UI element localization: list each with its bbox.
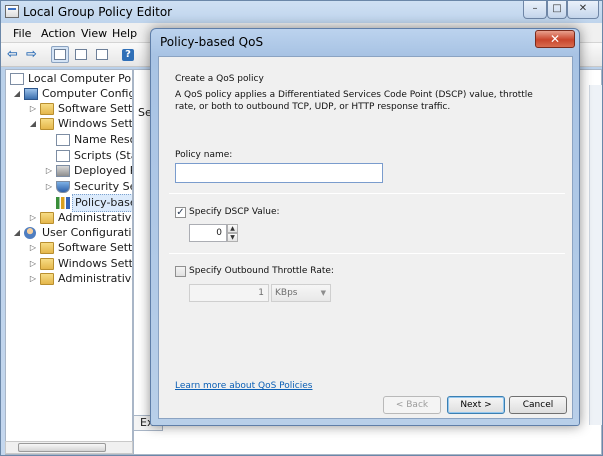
- folder-icon: [40, 212, 54, 224]
- details-vertical-scrollbar[interactable]: [589, 85, 602, 425]
- spin-down-icon[interactable]: ▼: [227, 233, 238, 242]
- expander-icon[interactable]: ▷: [28, 256, 38, 272]
- expander-icon[interactable]: ▷: [28, 271, 38, 287]
- cancel-button[interactable]: Cancel: [509, 396, 567, 414]
- throttle-rate-input[interactable]: 1: [189, 284, 269, 302]
- show-tree-button[interactable]: [51, 46, 69, 63]
- expander-icon[interactable]: ▷: [44, 163, 54, 179]
- expander-icon[interactable]: ◢: [12, 86, 22, 102]
- wizard-description: A QoS policy applies a Differentiated Se…: [175, 90, 533, 112]
- menu-help[interactable]: Help: [112, 27, 137, 40]
- next-button[interactable]: Next >: [447, 396, 505, 414]
- help-button[interactable]: ?: [119, 46, 137, 63]
- document-icon: [10, 73, 24, 85]
- forward-button[interactable]: ⇨: [24, 46, 42, 63]
- tree-item-label: Name Resolu: [74, 133, 132, 146]
- minimize-button[interactable]: –: [523, 1, 547, 19]
- throttle-unit-select[interactable]: KBps ▼: [271, 284, 331, 302]
- menu-view[interactable]: View: [81, 27, 107, 40]
- tree-item-label: Administrative Te: [58, 211, 133, 224]
- gpedit-app-icon: [5, 5, 19, 18]
- tree-item-label: Deployed Prin: [74, 164, 132, 177]
- back-button[interactable]: < Back: [383, 396, 441, 414]
- tree-horizontal-scrollbar[interactable]: [5, 441, 133, 454]
- user-icon: [24, 227, 36, 239]
- tree-item-label: Windows Setting: [58, 117, 133, 130]
- expander-icon[interactable]: ▷: [28, 101, 38, 117]
- chevron-down-icon: ▼: [320, 289, 326, 297]
- export-list-button[interactable]: [93, 46, 111, 63]
- document-icon: [56, 134, 70, 146]
- export-list-icon: [96, 49, 108, 60]
- dialog-body: Create a QoS policy A QoS policy applies…: [158, 56, 573, 419]
- separator: [169, 193, 565, 194]
- qos-wizard-dialog: Policy-based QoS ✕ Create a QoS policy A…: [150, 28, 580, 426]
- console-tree[interactable]: Local Computer Policy ◢ Computer Configu…: [5, 69, 133, 455]
- throttle-unit-value: KBps: [275, 288, 298, 298]
- scrollbar-thumb[interactable]: [18, 443, 106, 452]
- close-button[interactable]: ✕: [567, 1, 599, 19]
- tree-item-label: Software Settings: [58, 102, 133, 115]
- computer-icon: [24, 88, 38, 100]
- folder-icon: [40, 118, 54, 130]
- dialog-close-button[interactable]: ✕: [535, 30, 575, 48]
- properties-button[interactable]: [72, 46, 90, 63]
- tree-item-label: Scripts (Startu: [74, 149, 132, 162]
- tree-item-label: Security Settin: [74, 180, 132, 193]
- throttle-label: Specify Outbound Throttle Rate:: [189, 266, 334, 276]
- tree-item-label: Local Computer Policy: [28, 72, 133, 85]
- folder-icon: [40, 258, 54, 270]
- properties-icon: [75, 49, 87, 60]
- shield-icon: [56, 181, 70, 193]
- tree-item-label: Windows Setting: [58, 257, 133, 270]
- expander-icon[interactable]: ▷: [44, 179, 54, 195]
- learn-more-link[interactable]: Learn more about QoS Policies: [175, 381, 312, 391]
- tree-item-label: User Configuration: [42, 226, 132, 239]
- dscp-value-input[interactable]: 0: [189, 224, 227, 242]
- folder-icon: [40, 273, 54, 285]
- throttle-checkbox[interactable]: [175, 266, 186, 277]
- expander-icon[interactable]: ▷: [28, 240, 38, 256]
- menu-file[interactable]: File: [13, 27, 31, 40]
- printer-icon: [56, 165, 70, 177]
- policy-name-input[interactable]: [175, 163, 383, 183]
- spin-up-icon[interactable]: ▲: [227, 224, 238, 233]
- console-tree-icon: [54, 49, 66, 60]
- forward-arrow-icon: ⇨: [26, 47, 37, 62]
- wizard-heading: Create a QoS policy: [175, 74, 264, 84]
- qos-chart-icon: [56, 197, 70, 209]
- back-arrow-icon: ⇦: [7, 47, 18, 62]
- dialog-title: Policy-based QoS: [160, 35, 264, 49]
- dscp-spinner[interactable]: ▲ ▼: [227, 224, 238, 242]
- tree-item-label: Computer Configura: [42, 87, 132, 100]
- tree-item-label: Software Settings: [58, 241, 133, 254]
- expander-icon[interactable]: ◢: [12, 225, 22, 241]
- main-titlebar[interactable]: Local Group Policy Editor – □ ✕: [1, 1, 602, 23]
- separator: [169, 253, 565, 254]
- document-icon: [56, 150, 70, 162]
- policy-name-label: Policy name:: [175, 150, 233, 160]
- back-button[interactable]: ⇦: [5, 46, 23, 63]
- help-icon: ?: [122, 49, 134, 61]
- maximize-button[interactable]: □: [547, 1, 567, 19]
- expander-icon[interactable]: ◢: [28, 116, 38, 132]
- folder-icon: [40, 103, 54, 115]
- folder-icon: [40, 242, 54, 254]
- window-title: Local Group Policy Editor: [23, 5, 173, 19]
- dscp-checkbox[interactable]: ✓: [175, 207, 186, 218]
- tree-item-label: Administrative Te: [58, 272, 133, 285]
- menu-action[interactable]: Action: [41, 27, 75, 40]
- dscp-label: Specify DSCP Value:: [189, 207, 280, 217]
- expander-icon[interactable]: ▷: [28, 210, 38, 226]
